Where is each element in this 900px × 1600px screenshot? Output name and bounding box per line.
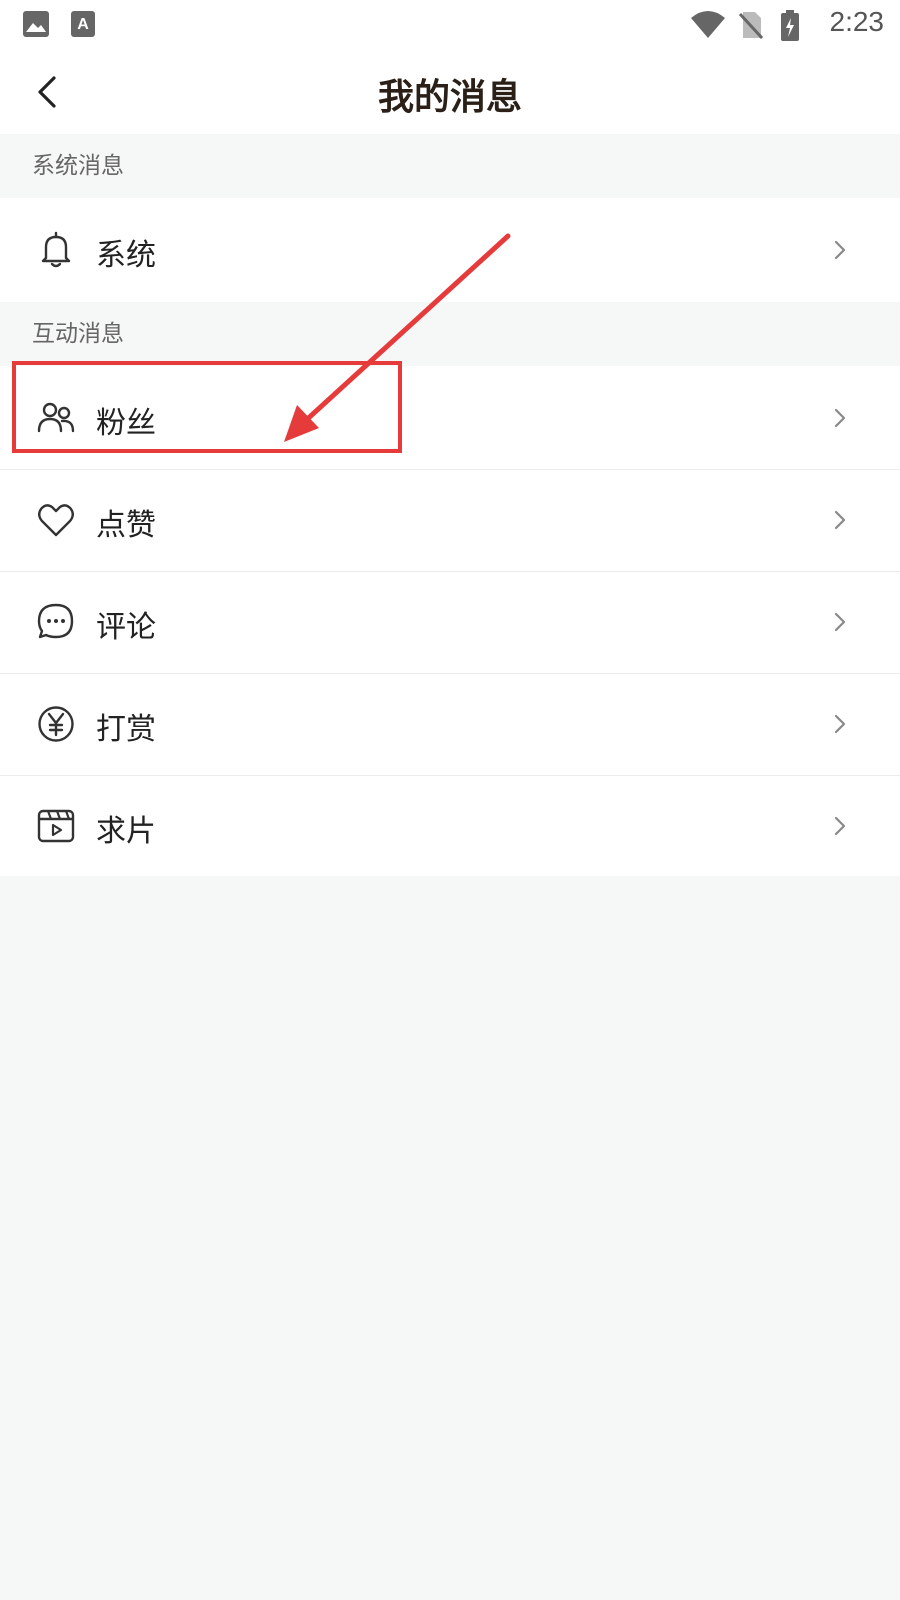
svg-text:A: A [77, 16, 89, 33]
yen-coin-icon [38, 706, 74, 742]
image-icon [23, 11, 49, 37]
chevron-right-icon [834, 240, 846, 260]
chevron-right-icon [834, 714, 846, 734]
header: 我的消息 [0, 50, 900, 134]
row-label: 粉丝 [96, 406, 156, 441]
row-label: 打赏 [96, 712, 156, 747]
wifi-icon [691, 11, 725, 38]
video-clapper-icon [37, 809, 75, 843]
a-text-icon: A [71, 11, 95, 37]
comment-dots-icon [37, 603, 74, 639]
row-comments[interactable]: 评论 [0, 572, 900, 674]
chevron-right-icon [834, 816, 846, 836]
status-bar: A 2:23 [0, 0, 900, 50]
page-title: 我的消息 [377, 77, 522, 118]
no-sim-icon [738, 12, 764, 40]
heart-icon [38, 504, 74, 537]
users-icon [37, 402, 75, 433]
row-label: 系统 [96, 238, 156, 273]
chevron-right-icon [834, 510, 846, 530]
status-time: 2:23 [829, 6, 885, 37]
row-label: 求片 [96, 814, 156, 849]
bell-icon [41, 231, 71, 268]
row-request-video[interactable]: 求片 [0, 776, 900, 876]
chevron-right-icon [834, 408, 846, 428]
row-fans[interactable]: 粉丝 [0, 366, 900, 470]
battery-charging-icon [781, 10, 799, 41]
row-likes[interactable]: 点赞 [0, 470, 900, 572]
row-system[interactable]: 系统 [0, 198, 900, 302]
row-label: 点赞 [96, 508, 156, 543]
row-rewards[interactable]: 打赏 [0, 674, 900, 776]
section-label-system: 系统消息 [0, 134, 900, 198]
section-label-interaction: 互动消息 [0, 302, 900, 366]
chevron-right-icon [834, 612, 846, 632]
row-label: 评论 [96, 610, 156, 645]
